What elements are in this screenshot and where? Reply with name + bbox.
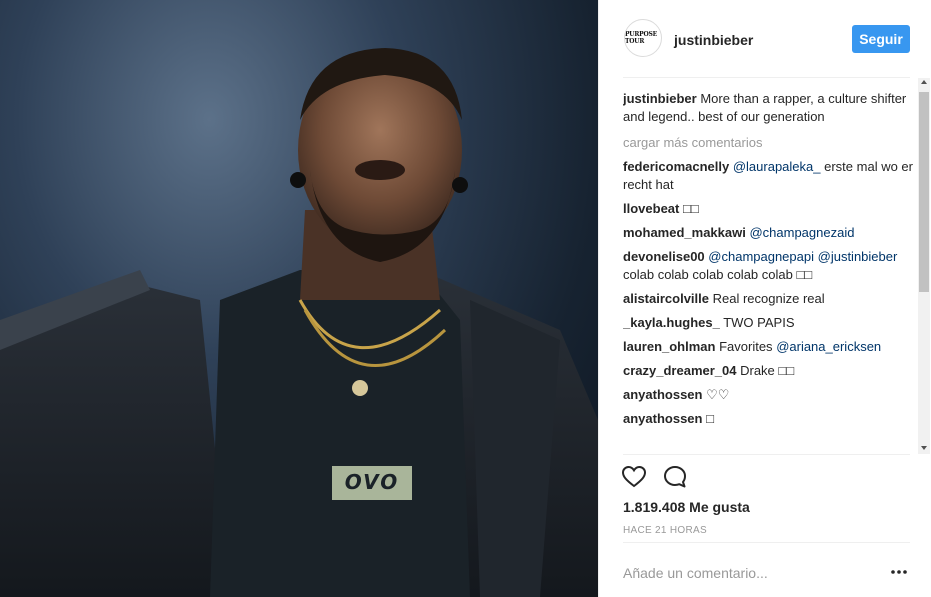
avatar[interactable]: PURPOSE TOUR xyxy=(624,19,662,57)
comment-item: devonelise00 @champagnepapi @justinbiebe… xyxy=(623,248,915,284)
header-username[interactable]: justinbieber xyxy=(674,32,753,48)
comment-item: alistaircolville Real recognize real xyxy=(623,290,915,308)
comment-box-divider xyxy=(623,542,910,543)
comment-text: □ xyxy=(706,411,714,426)
comment-mention[interactable]: @laurapaleka_ xyxy=(733,159,821,174)
comment-text: TWO PAPIS xyxy=(723,315,795,330)
post-frame: OVO PURPOSE TOUR justinbieber Seguir jus… xyxy=(0,0,931,597)
comment-username[interactable]: crazy_dreamer_04 xyxy=(623,363,736,378)
comment-text: □□ xyxy=(682,201,699,216)
scroll-thumb[interactable] xyxy=(919,92,929,292)
comment-item: _kayla.hughes_ TWO PAPIS xyxy=(623,314,915,332)
caption: justinbieber More than a rapper, a cultu… xyxy=(623,90,915,126)
comment-text: Favorites xyxy=(719,339,773,354)
comment-item: lauren_ohlman Favorites @ariana_ericksen xyxy=(623,338,915,356)
caption-username[interactable]: justinbieber xyxy=(623,91,697,106)
post-actions xyxy=(621,464,688,490)
comment-icon[interactable] xyxy=(662,464,688,490)
comment-mention[interactable]: @justinbieber xyxy=(818,249,898,264)
comment-item: federicomacnelly @laurapaleka_ erste mal… xyxy=(623,158,915,194)
scroll-down-arrow-icon[interactable] xyxy=(921,446,927,450)
comment-username[interactable]: federicomacnelly xyxy=(623,159,729,174)
comment-mention[interactable]: @champagnezaid xyxy=(749,225,854,240)
comment-text: colab colab colab colab colab □□ xyxy=(623,267,813,282)
comment-item: crazy_dreamer_04 Drake □□ xyxy=(623,362,915,380)
comment-username[interactable]: llovebeat xyxy=(623,201,679,216)
comment-username[interactable]: mohamed_makkawi xyxy=(623,225,746,240)
avatar-logo-text: PURPOSE TOUR xyxy=(625,31,657,45)
comment-item: mohamed_makkawi @champagnezaid xyxy=(623,224,915,242)
photo-illustration xyxy=(0,48,598,597)
shirt-logo-text: OVO xyxy=(344,470,400,494)
comment-item: llovebeat □□ xyxy=(623,200,915,218)
comment-username[interactable]: devonelise00 xyxy=(623,249,705,264)
load-more-comments-link[interactable]: cargar más comentarios xyxy=(623,134,915,152)
scroll-up-arrow-icon[interactable] xyxy=(921,80,927,84)
comment-text: Drake □□ xyxy=(740,363,795,378)
follow-button[interactable]: Seguir xyxy=(852,25,910,53)
actions-divider xyxy=(623,454,910,455)
comment-item: anyathossen □ xyxy=(623,410,915,428)
comment-username[interactable]: lauren_ohlman xyxy=(623,339,715,354)
comment-username[interactable]: _kayla.hughes_ xyxy=(623,315,720,330)
comments-list[interactable]: justinbieber More than a rapper, a cultu… xyxy=(623,90,915,454)
comments-scrollbar[interactable] xyxy=(918,78,930,454)
comment-item: anyathossen ♡♡ xyxy=(623,386,915,404)
post-photo[interactable]: OVO xyxy=(0,0,598,597)
header-divider xyxy=(623,77,910,78)
post-timestamp: HACE 21 HORAS xyxy=(623,525,707,536)
more-options-icon[interactable] xyxy=(889,564,909,580)
comment-mention[interactable]: @champagnepapi xyxy=(708,249,814,264)
comment-username[interactable]: alistaircolville xyxy=(623,291,709,306)
comment-mention[interactable]: @ariana_ericksen xyxy=(776,339,881,354)
add-comment-input[interactable]: Añade un comentario... xyxy=(623,565,768,581)
post-side-panel: PURPOSE TOUR justinbieber Seguir justinb… xyxy=(598,0,931,597)
likes-count[interactable]: 1.819.408 Me gusta xyxy=(623,499,750,515)
comment-text: ♡♡ xyxy=(706,387,730,402)
heart-icon[interactable] xyxy=(621,464,647,490)
comment-username[interactable]: anyathossen xyxy=(623,387,702,402)
post-header: PURPOSE TOUR justinbieber Seguir xyxy=(599,0,931,78)
comment-username[interactable]: anyathossen xyxy=(623,411,702,426)
comment-text: Real recognize real xyxy=(712,291,825,306)
